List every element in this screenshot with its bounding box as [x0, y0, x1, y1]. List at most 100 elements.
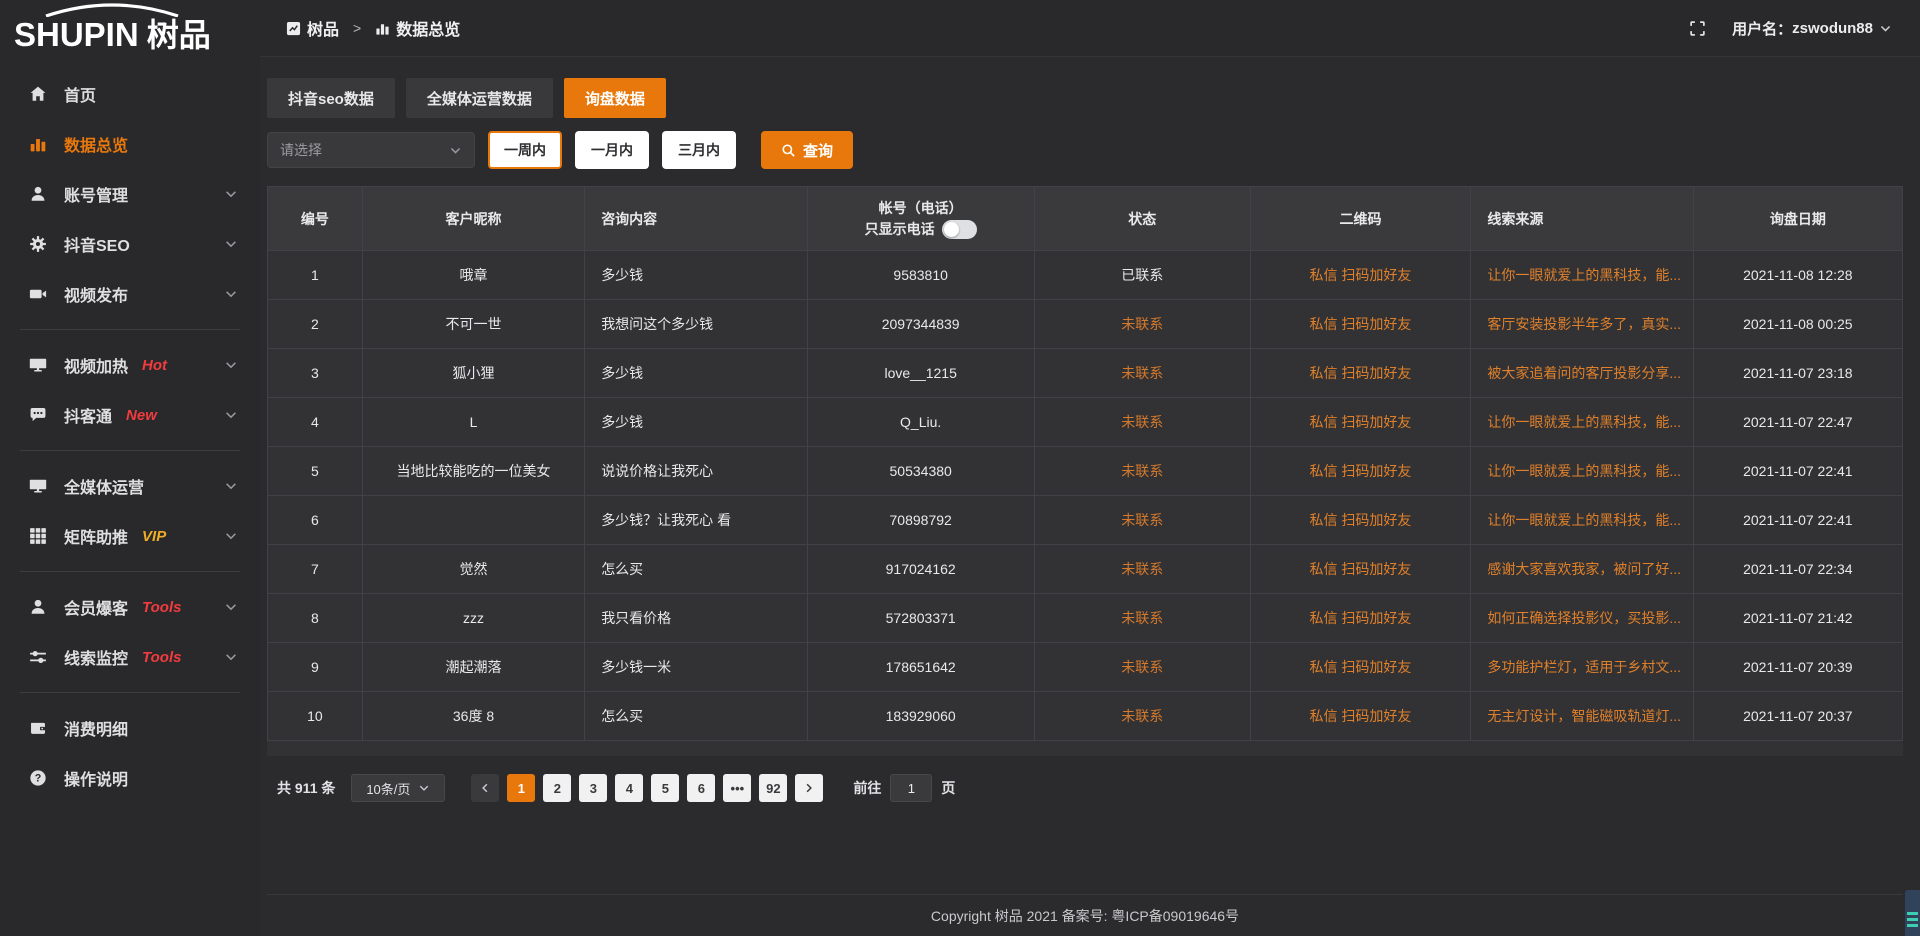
sidebar-item-抖音SEO[interactable]: 抖音SEO [0, 219, 260, 269]
cell-qrcode-link[interactable]: 私信 扫码加好友 [1250, 447, 1471, 496]
cell-source-link[interactable]: 让你一眼就爱上的黑科技，能... [1471, 496, 1693, 545]
cell-source-link[interactable]: 无主灯设计，智能磁吸轨道灯... [1471, 692, 1693, 741]
cell-date: 2021-11-07 22:47 [1693, 398, 1902, 447]
cell-id: 4 [268, 398, 363, 447]
cell-qrcode-link[interactable]: 私信 扫码加好友 [1250, 300, 1471, 349]
next-page-button[interactable] [795, 774, 823, 802]
page-button-4[interactable]: 4 [615, 774, 643, 802]
chevron-down-icon[interactable] [1879, 22, 1892, 35]
page-button-6[interactable]: 6 [687, 774, 715, 802]
cell-content: 怎么买 [585, 692, 807, 741]
cell-date: 2021-11-08 00:25 [1693, 300, 1902, 349]
tab-抖音seo数据[interactable]: 抖音seo数据 [267, 78, 395, 118]
column-header-content: 咨询内容 [585, 187, 807, 251]
sidebar-item-label: 会员爆客 [64, 595, 128, 619]
filter-bar: 请选择 一周内一月内三月内 查询 [267, 131, 1903, 169]
sidebar-item-矩阵助推[interactable]: 矩阵助推VIP [0, 511, 260, 561]
cell-nickname: 狐小狸 [362, 349, 584, 398]
sidebar-item-消费明细[interactable]: 消费明细 [0, 703, 260, 753]
cell-qrcode-link[interactable]: 私信 扫码加好友 [1250, 643, 1471, 692]
sidebar-item-会员爆客[interactable]: 会员爆客Tools [0, 582, 260, 632]
query-button[interactable]: 查询 [761, 131, 853, 169]
prev-page-button[interactable] [471, 774, 499, 802]
sidebar-item-全媒体运营[interactable]: 全媒体运营 [0, 461, 260, 511]
period-buttons: 一周内一月内三月内 [475, 131, 736, 169]
page-button-92[interactable]: 92 [759, 774, 787, 802]
home-icon [28, 84, 48, 104]
sidebar-item-账号管理[interactable]: 账号管理 [0, 169, 260, 219]
page-button-1[interactable]: 1 [507, 774, 535, 802]
chevron-down-icon [224, 408, 238, 422]
sidebar-item-视频加热[interactable]: 视频加热Hot [0, 340, 260, 390]
fullscreen-icon[interactable] [1689, 20, 1706, 37]
sidebar-item-线索监控[interactable]: 线索监控Tools [0, 632, 260, 682]
sidebar-item-抖客通[interactable]: 抖客通New [0, 390, 260, 440]
cell-date: 2021-11-07 20:37 [1693, 692, 1902, 741]
cell-date: 2021-11-07 22:41 [1693, 496, 1902, 545]
cell-qrcode-link[interactable]: 私信 扫码加好友 [1250, 692, 1471, 741]
cell-source-link[interactable]: 如何正确选择投影仪，买投影... [1471, 594, 1693, 643]
page-size-select[interactable]: 10条/页 [351, 774, 445, 802]
cell-source-link[interactable]: 多功能护栏灯，适用于乡村文... [1471, 643, 1693, 692]
sidebar-item-label: 操作说明 [64, 766, 128, 790]
page-button-3[interactable]: 3 [579, 774, 607, 802]
username[interactable]: zswodun88 [1792, 20, 1873, 37]
total-count: 共 911 条 [277, 778, 335, 798]
period-button-一周内[interactable]: 一周内 [488, 131, 562, 169]
cell-source-link[interactable]: 让你一眼就爱上的黑科技，能... [1471, 398, 1693, 447]
question-icon: ? [28, 768, 48, 788]
table-panel: 编号客户昵称咨询内容帐号（电话）只显示电话状态二维码线索来源询盘日期 1哦章多少… [267, 186, 1903, 756]
cell-source-link[interactable]: 让你一眼就爱上的黑科技，能... [1471, 251, 1693, 300]
sidebar-item-label: 账号管理 [64, 182, 128, 206]
logo-text-cn: 树品 [147, 17, 211, 53]
cell-nickname: L [362, 398, 584, 447]
cell-nickname: zzz [362, 594, 584, 643]
table-row: 3狐小狸多少钱love__1215未联系私信 扫码加好友被大家追着问的客厅投影分… [268, 349, 1903, 398]
cell-source-link[interactable]: 被大家追着问的客厅投影分享... [1471, 349, 1693, 398]
cell-nickname [362, 496, 584, 545]
sidebar-item-label: 线索监控 [64, 645, 128, 669]
tab-询盘数据[interactable]: 询盘数据 [564, 78, 666, 118]
cell-qrcode-link[interactable]: 私信 扫码加好友 [1250, 251, 1471, 300]
sidebar-nav: 首页数据总览账号管理抖音SEO视频发布视频加热Hot抖客通New 全媒体运营矩阵助… [0, 57, 260, 803]
page-button-5[interactable]: 5 [651, 774, 679, 802]
page-button-2[interactable]: 2 [543, 774, 571, 802]
cell-status: 未联系 [1034, 496, 1250, 545]
cell-status: 未联系 [1034, 349, 1250, 398]
column-header-nickname: 客户昵称 [362, 187, 584, 251]
sidebar-item-操作说明[interactable]: ? 操作说明 [0, 753, 260, 803]
sidebar: SHUPIN树品 首页数据总览账号管理抖音SEO视频发布视频加热Hot抖客通Ne… [0, 0, 260, 936]
page-ellipsis-button[interactable]: ••• [723, 774, 751, 802]
cell-qrcode-link[interactable]: 私信 扫码加好友 [1250, 398, 1471, 447]
user-area: 用户名： zswodun88 [1689, 18, 1892, 39]
sidebar-item-数据总览[interactable]: 数据总览 [0, 119, 260, 169]
filter-select[interactable]: 请选择 [267, 132, 475, 168]
floating-widget[interactable] [1905, 890, 1920, 936]
breadcrumb-root[interactable]: 树品 [307, 16, 339, 40]
cell-qrcode-link[interactable]: 私信 扫码加好友 [1250, 594, 1471, 643]
cell-content: 说说价格让我死心 [585, 447, 807, 496]
sidebar-item-首页[interactable]: 首页 [0, 69, 260, 119]
sidebar-divider [20, 450, 240, 451]
cell-id: 2 [268, 300, 363, 349]
tab-全媒体运营数据[interactable]: 全媒体运营数据 [406, 78, 553, 118]
sidebar-item-视频发布[interactable]: 视频发布 [0, 269, 260, 319]
period-button-一月内[interactable]: 一月内 [575, 131, 649, 169]
cell-source-link[interactable]: 让你一眼就爱上的黑科技，能... [1471, 447, 1693, 496]
user-icon [28, 184, 48, 204]
cell-qrcode-link[interactable]: 私信 扫码加好友 [1250, 496, 1471, 545]
breadcrumb-chart-icon [375, 21, 390, 36]
goto-suffix: 页 [941, 778, 955, 798]
cell-content: 多少钱 [585, 251, 807, 300]
cell-nickname: 当地比较能吃的一位美女 [362, 447, 584, 496]
cell-source-link[interactable]: 感谢大家喜欢我家，被问了好... [1471, 545, 1693, 594]
period-button-三月内[interactable]: 三月内 [662, 131, 736, 169]
column-header-source: 线索来源 [1471, 187, 1693, 251]
cell-qrcode-link[interactable]: 私信 扫码加好友 [1250, 349, 1471, 398]
cell-date: 2021-11-07 21:42 [1693, 594, 1902, 643]
table-row: 7觉然怎么买917024162未联系私信 扫码加好友感谢大家喜欢我家，被问了好.… [268, 545, 1903, 594]
cell-qrcode-link[interactable]: 私信 扫码加好友 [1250, 545, 1471, 594]
phone-only-toggle[interactable] [942, 220, 977, 239]
goto-page-input[interactable] [890, 774, 932, 802]
cell-source-link[interactable]: 客厅安装投影半年多了，真实... [1471, 300, 1693, 349]
